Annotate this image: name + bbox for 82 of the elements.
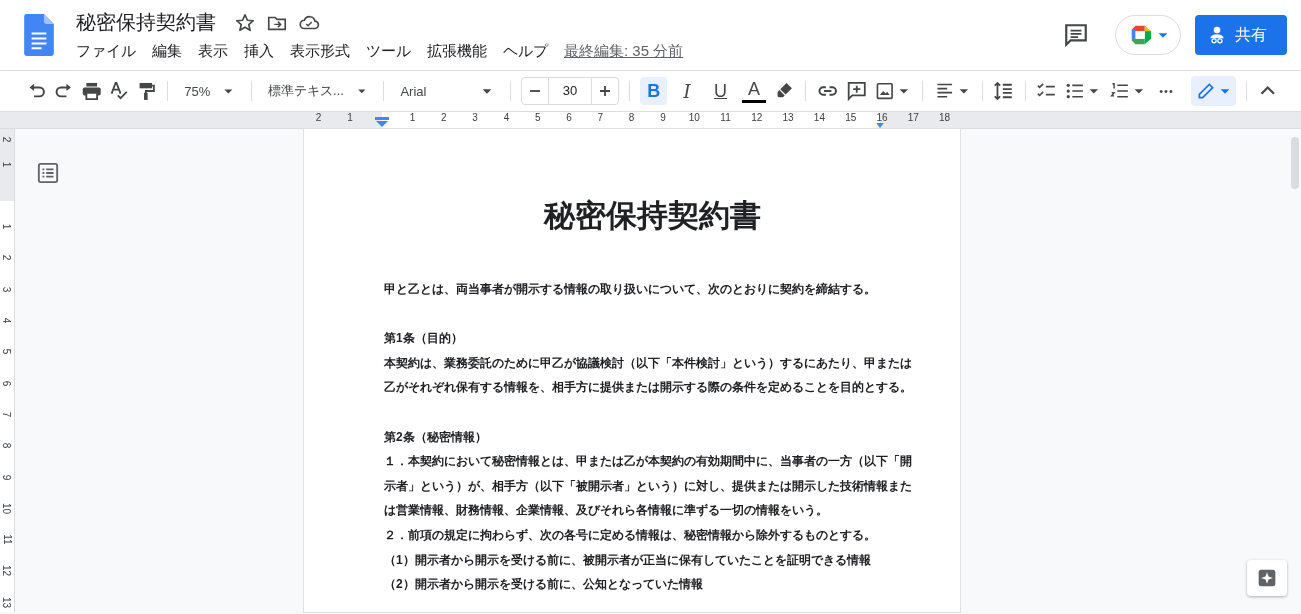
ruler-number: 8 (627, 112, 636, 123)
document-heading: 秘密保持契約書 (542, 197, 762, 235)
font-size-field[interactable]: 30 (548, 78, 593, 104)
document-title[interactable]: 秘密保持契約書 (76, 9, 216, 36)
menu-item[interactable]: ファイル (76, 42, 144, 61)
paragraph: 甲と乙とは、両当事者が開示する情報の取り扱いについて、次のとおりに契約を締結する。 (384, 281, 877, 298)
ruler-number: 2 (314, 112, 323, 123)
meet-button[interactable] (1115, 15, 1181, 55)
ruler-number: 11 (1, 534, 13, 545)
scrollbar-thumb[interactable] (1291, 137, 1299, 189)
outline-icon[interactable] (37, 162, 59, 184)
ruler-number: 1 (408, 112, 417, 123)
ruler-number: 3 (1, 286, 13, 292)
add-comment-icon[interactable] (845, 80, 868, 102)
print-icon[interactable] (80, 80, 103, 102)
menu-item[interactable]: 挿入 (236, 42, 282, 61)
comment-icon[interactable] (1063, 22, 1089, 48)
section-heading: 第2条（秘密情報） (384, 428, 488, 446)
menu-item[interactable]: 表示 (190, 42, 236, 61)
menu-item[interactable]: ツール (358, 42, 419, 61)
ruler-number: 16 (875, 112, 889, 123)
ruler-number: 13 (1, 596, 13, 608)
ruler-number: 3 (471, 112, 479, 123)
menu-item[interactable]: ヘルプ (495, 42, 556, 61)
star-icon[interactable] (234, 11, 256, 34)
italic-button[interactable]: I (673, 77, 701, 105)
ruler-number: 4 (502, 112, 511, 123)
paragraph: （1）開示者から開示を受ける前に、被開示者が正当に保有していたことを証明できる情報 (384, 551, 872, 569)
paragraph: （2）開示者から開示を受ける前に、公知となっていた情報 (384, 576, 704, 594)
ruler-number: 17 (906, 112, 920, 123)
ruler-number: 2 (1, 255, 13, 261)
paragraph: ２．前項の規定に拘わらず、次の各号に定める情報は、秘密情報から除外するものとする。 (384, 526, 877, 544)
menu-item[interactable]: 表示形式 (282, 42, 358, 61)
ruler-number: 7 (596, 112, 605, 123)
image-icon (875, 81, 895, 101)
ruler-number: 15 (844, 112, 858, 123)
paragraph: 本契約は、業務委託のために甲乙が協議検討（以下「本件検討」という）するにあたり、甲または乙がそれぞれ保有する情報を、相手方に提供または開示する際の条件を定めることを目的とする。 (384, 354, 913, 397)
text-color-button[interactable]: A (740, 77, 768, 105)
explore-button[interactable] (1247, 560, 1287, 596)
menu-item[interactable]: 編集 (144, 42, 190, 61)
ruler-number: 1 (1, 161, 13, 168)
ruler-number: 6 (1, 380, 13, 386)
ruler-number: 1 (1, 223, 13, 230)
share-button[interactable]: 共有 (1195, 15, 1287, 55)
ruler-number: 5 (533, 112, 542, 123)
ruler-number: 1 (346, 112, 354, 123)
style-dropdown[interactable]: 標準テキス... (262, 77, 374, 105)
ruler-number: 18 (938, 112, 952, 123)
bulleted-list-icon (1065, 81, 1085, 101)
more-button[interactable]: ••• (1153, 77, 1180, 105)
ruler-number: 2 (1, 136, 13, 142)
last-edit-link[interactable]: 最終編集: 35 分前 (564, 42, 684, 61)
left-indent-marker-icon[interactable] (375, 117, 389, 127)
ruler-number: 11 (719, 112, 732, 123)
ruler-number: 9 (659, 112, 667, 123)
menu-item[interactable]: 拡張機能 (419, 42, 495, 61)
line-spacing-icon[interactable] (993, 80, 1015, 102)
font-dropdown[interactable]: Arial (394, 77, 501, 105)
ruler-number: 5 (1, 349, 13, 355)
ruler-number: 10 (1, 502, 13, 514)
font-size-control[interactable]: 30 (521, 77, 620, 105)
spellcheck-icon[interactable] (108, 80, 130, 102)
ruler-number: 12 (750, 112, 764, 123)
ruler-number: 9 (1, 474, 13, 480)
docs-logo-icon[interactable] (24, 14, 54, 56)
underline-button[interactable]: U (706, 77, 735, 105)
section-heading: 第1条（目的） (384, 330, 464, 348)
sparkle-icon (1257, 568, 1277, 588)
bold-button[interactable]: B (640, 77, 668, 105)
ruler-number: 6 (565, 112, 573, 123)
ruler-number: 2 (440, 112, 448, 123)
ruler-number: 7 (1, 411, 13, 418)
align-left-icon (935, 81, 955, 101)
paragraph: １．本契約において秘密情報とは、甲または乙が本契約の有効期間中に、当事者の一方（以下「開示者」という）が、相手方（以下「被開示者」という）に対し、提供または開示した技術情報または営業情報、財務情報、企業情報、及びそれら各情報に準ずる一切の情報をいう。 (384, 453, 913, 520)
ruler-number: 14 (812, 112, 826, 123)
ruler-number: 8 (1, 442, 13, 449)
ruler-number: 12 (1, 565, 13, 577)
editing-mode-dropdown[interactable] (1191, 76, 1237, 106)
zoom-dropdown[interactable]: 75% (178, 77, 242, 105)
ruler-number: 13 (781, 112, 795, 123)
ruler-number: 10 (687, 112, 701, 123)
ruler-number: 4 (1, 317, 13, 324)
